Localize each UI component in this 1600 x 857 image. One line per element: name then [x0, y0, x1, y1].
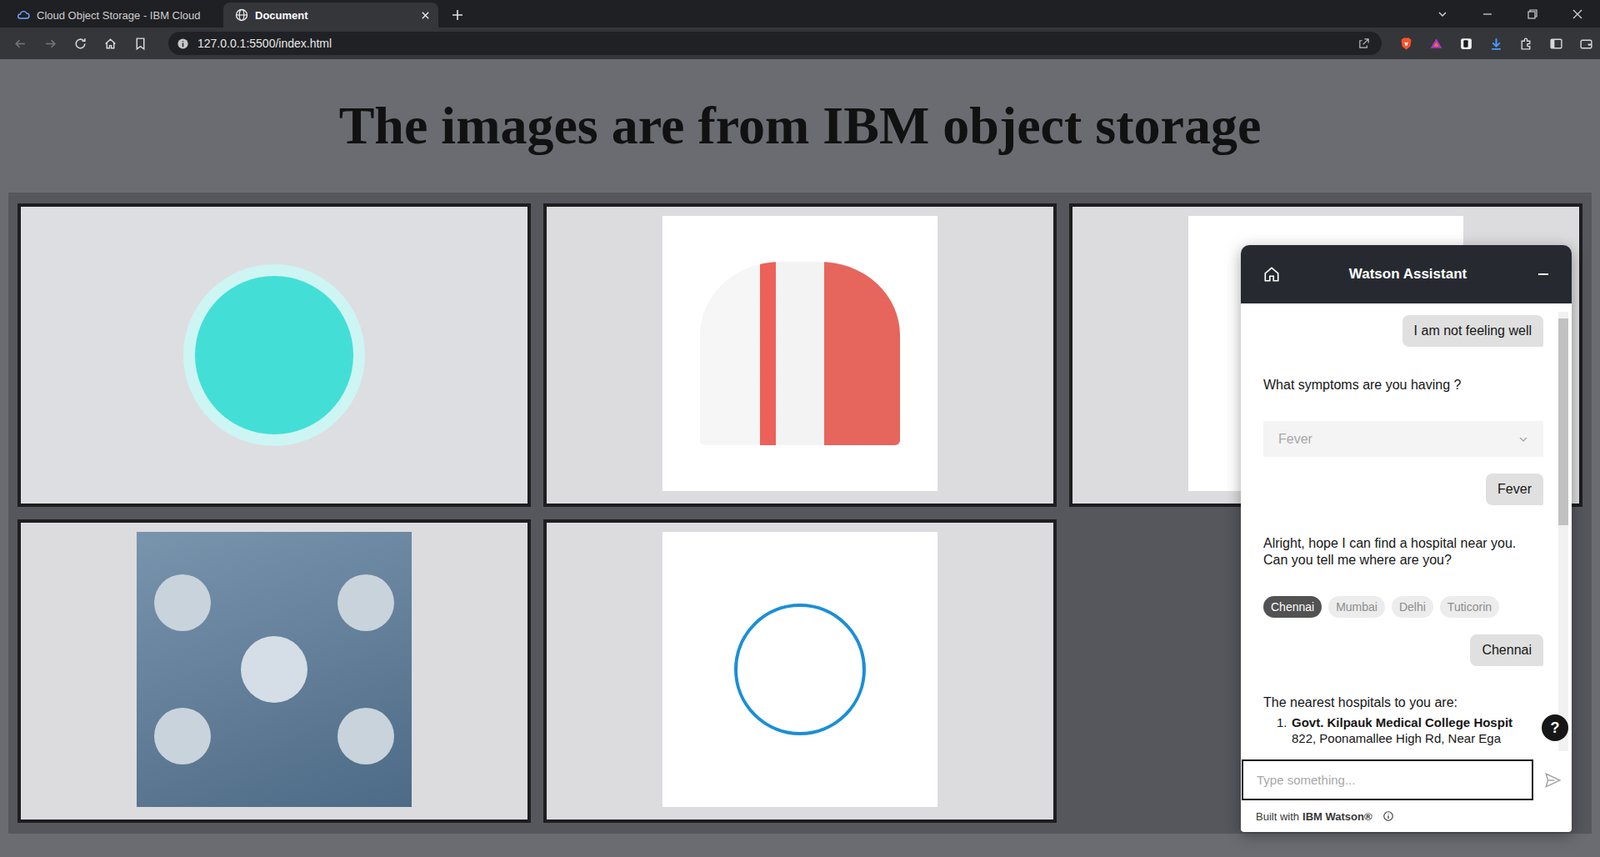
image: [20, 206, 528, 504]
globe-icon: [235, 8, 249, 22]
option-chip[interactable]: Mumbai: [1328, 595, 1385, 618]
item-number: 1.: [1276, 714, 1292, 746]
user-message: Fever: [1485, 473, 1544, 505]
send-icon[interactable]: [1543, 770, 1562, 790]
location-options: Chennai Mumbai Delhi Tuticorin: [1263, 595, 1544, 618]
address-bar[interactable]: 127.0.0.1:5500/index.html: [168, 31, 1382, 55]
home-icon[interactable]: [1262, 265, 1281, 284]
help-button[interactable]: ?: [1541, 714, 1569, 741]
chat-footer: Built with IBM Watson®: [1240, 800, 1572, 832]
sidebar-icon[interactable]: [1549, 36, 1564, 51]
minimize-icon[interactable]: [1535, 265, 1552, 283]
image-card: [17, 519, 531, 823]
chevron-down-icon: [1516, 432, 1530, 446]
browser-tab[interactable]: Cloud Object Storage - IBM Cloud: [5, 2, 220, 28]
image-card: [543, 203, 1057, 507]
back-icon[interactable]: [13, 36, 28, 51]
list-title: The nearest hospitals to you are:: [1263, 694, 1544, 711]
address-text: 127.0.0.1:5500/index.html: [197, 36, 332, 50]
image-card: [17, 203, 531, 507]
cloud-icon: [16, 8, 30, 22]
download-icon[interactable]: [1489, 36, 1504, 51]
bookmark-icon[interactable]: [133, 36, 148, 51]
share-icon[interactable]: [1357, 37, 1370, 50]
hospital-name: Govt. Kilpauk Medical College Hospit: [1291, 714, 1513, 730]
option-chip[interactable]: Chennai: [1263, 595, 1322, 618]
extensions-icon[interactable]: [1519, 36, 1534, 51]
image-card: [543, 519, 1057, 823]
chat-input[interactable]: Type something...: [1241, 759, 1534, 800]
chat-header: Watson Assistant: [1240, 245, 1572, 304]
extension-icon[interactable]: [1459, 36, 1474, 51]
option-chip[interactable]: Tuticorin: [1440, 595, 1500, 618]
bot-message: What symptoms are you having ?: [1263, 376, 1544, 394]
dropdown-value: Fever: [1278, 430, 1313, 448]
wallet-icon[interactable]: [1579, 36, 1594, 51]
user-message: Chennai: [1470, 634, 1544, 666]
image: [662, 215, 938, 491]
new-tab-icon[interactable]: [451, 9, 464, 21]
home-icon[interactable]: [103, 36, 118, 51]
browser-tab[interactable]: Document: [223, 2, 439, 28]
image: [136, 531, 412, 807]
user-message: I am not feeling well: [1402, 315, 1544, 347]
hospital-list: The nearest hospitals to you are: 1. Gov…: [1263, 694, 1544, 746]
tab-search-icon[interactable]: [1436, 8, 1449, 20]
brave-shields-icon[interactable]: [1399, 36, 1414, 51]
footer-brand: IBM Watson®: [1302, 810, 1372, 823]
minimize-icon[interactable]: [1481, 8, 1494, 20]
chat-messages: I am not feeling well What symptoms are y…: [1240, 303, 1572, 760]
forward-icon[interactable]: [43, 36, 58, 51]
footer-prefix: Built with: [1255, 810, 1300, 823]
restore-icon[interactable]: [1526, 8, 1539, 20]
watson-assistant: Watson Assistant I am not feeling well Wh…: [1240, 245, 1572, 832]
symptom-dropdown: Fever: [1263, 420, 1544, 457]
option-chip[interactable]: Delhi: [1391, 595, 1434, 618]
info-icon[interactable]: [1382, 810, 1395, 822]
tab-label: Cloud Object Storage - IBM Cloud: [36, 9, 212, 22]
hospital-item: 1. Govt. Kilpauk Medical College Hospit …: [1263, 714, 1544, 746]
site-info-icon[interactable]: [176, 37, 190, 50]
hospital-address: 822, Poonamallee High Rd, Near Ega: [1291, 730, 1513, 746]
bot-message: Alright, hope I can find a hospital near…: [1263, 535, 1544, 569]
reload-icon[interactable]: [73, 36, 88, 51]
scrollbar-thumb[interactable]: [1558, 318, 1569, 525]
tab-label: Document: [255, 9, 415, 22]
scrollbar[interactable]: [1558, 311, 1569, 751]
tab-strip: Cloud Object Storage - IBM Cloud Documen…: [0, 0, 1600, 28]
brave-rewards-icon[interactable]: [1429, 36, 1444, 51]
close-tab-icon[interactable]: [420, 10, 430, 20]
toolbar: 127.0.0.1:5500/index.html: [0, 27, 1600, 60]
image: [662, 531, 938, 807]
chat-title: Watson Assistant: [1280, 265, 1535, 283]
chat-input-row: Type something...: [1240, 759, 1572, 800]
browser-window: Cloud Object Storage - IBM Cloud Documen…: [0, 0, 1600, 857]
close-window-icon[interactable]: [1571, 8, 1584, 20]
page-heading: The images are from IBM object storage: [8, 92, 1592, 160]
